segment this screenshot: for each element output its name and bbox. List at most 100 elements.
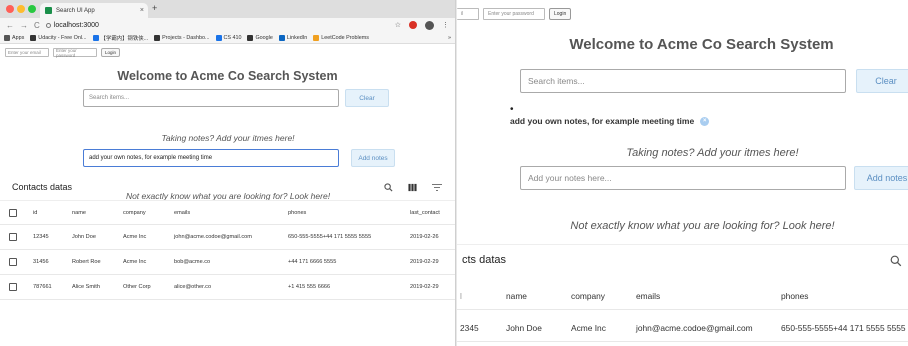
zoom-search-icon[interactable] [890, 255, 902, 267]
zoom-login-form: il Enter your password Login [457, 8, 572, 20]
view-columns-icon[interactable] [408, 183, 417, 192]
column-header-id[interactable]: id [33, 210, 37, 216]
cell-company: Acme Inc [123, 234, 147, 240]
zoom-table-title: cts datas [462, 254, 507, 266]
bookmark-item[interactable]: CS 410 [215, 34, 241, 41]
cell-id: 12345 [33, 234, 49, 240]
bookmarks-overflow-icon[interactable]: » [448, 35, 451, 41]
notes-prompt: Taking notes? Add your itmes here! [161, 133, 295, 143]
zoom-notes-prompt: Taking notes? Add your itmes here! [626, 147, 799, 159]
table-title: Contacts datas [12, 182, 73, 192]
column-header-last-contact[interactable]: last_contact [410, 210, 440, 216]
cell-phone: +1 415 555 6666 [288, 284, 331, 290]
zoom-cell-email: john@acme.codoe@gmail.com [636, 323, 753, 333]
extension-icon[interactable] [409, 21, 417, 29]
browser-tab-strip: Search UI App × + [0, 0, 455, 18]
bookmark-item[interactable]: Apps [4, 34, 24, 41]
bookmark-label: Udacity - Free Onl... [38, 34, 87, 41]
bookmarks-bar: Apps Udacity - Free Onl... 【学霸内】钢铁侠... Proj… [0, 32, 455, 44]
zoom-column-header-partial: l [460, 291, 462, 301]
zoom-email-input[interactable]: il [457, 8, 479, 20]
browser-tab[interactable]: Search UI App × [40, 3, 148, 18]
bookmark-label: LeetCode Problems [321, 34, 369, 41]
back-icon[interactable]: ← [6, 21, 14, 30]
zoom-notes-input[interactable]: Add your notes here... [520, 166, 846, 190]
zoom-column-header-phones[interactable]: phones [781, 291, 808, 301]
login-button[interactable]: Login [101, 48, 121, 57]
divider [457, 244, 908, 245]
zoom-search-input[interactable]: Search items... [520, 69, 846, 93]
bookmark-label: Projects - Dashbo... [162, 34, 210, 41]
column-header-company[interactable]: company [123, 210, 146, 216]
address-bar-row: ← → C localhost:3000 ☆ ⋮ [0, 18, 455, 32]
email-input[interactable]: Enter your email [5, 48, 49, 57]
column-header-emails[interactable]: emails [174, 210, 190, 216]
cell-company: Acme Inc [123, 259, 147, 265]
bookmark-label: 【学霸内】钢铁侠... [100, 35, 149, 42]
cell-email: alice@other.co [174, 284, 212, 290]
search-icon[interactable] [384, 183, 393, 192]
bookmark-item[interactable]: LinkedIn [278, 34, 308, 41]
menu-icon[interactable]: ⋮ [442, 21, 449, 29]
filter-icon[interactable] [432, 183, 442, 192]
table-header-row: id name company emails phones last_conta… [0, 201, 455, 225]
close-window-icon[interactable] [6, 5, 14, 13]
info-icon[interactable] [45, 22, 51, 28]
minimize-window-icon[interactable] [17, 5, 25, 13]
bookmark-icon [247, 34, 254, 41]
cell-company: Other Corp [123, 284, 151, 290]
contacts-table: Contacts datas id name company emails ph… [0, 174, 455, 300]
row-checkbox[interactable] [9, 233, 17, 241]
row-checkbox[interactable] [9, 283, 17, 291]
column-header-name[interactable]: name [72, 210, 86, 216]
reload-icon[interactable]: C [34, 21, 40, 30]
row-checkbox[interactable] [9, 258, 17, 266]
saved-note-item: add you own notes, for example meeting t… [510, 116, 710, 126]
bookmark-item[interactable]: Projects - Dashbo... [154, 34, 210, 41]
cell-email: john@acme.codoe@gmail.com [174, 234, 252, 240]
zoom-column-header-name[interactable]: name [506, 291, 527, 301]
cell-email: bob@acme.co [174, 259, 211, 265]
tab-title: Search UI App [56, 7, 95, 14]
bookmark-item[interactable]: 【学霸内】钢铁侠... [92, 34, 149, 42]
new-tab-icon[interactable]: + [152, 3, 157, 13]
table-row[interactable]: 12345 John Doe Acme Inc john@acme.codoe@… [0, 225, 455, 250]
column-header-phones[interactable]: phones [288, 210, 306, 216]
cell-name: John Doe [72, 234, 96, 240]
bookmark-label: LinkedIn [286, 34, 308, 41]
profile-avatar-icon[interactable] [425, 20, 434, 30]
cell-name: Alice Smith [72, 284, 100, 290]
address-bar[interactable]: localhost:3000 [45, 22, 389, 29]
clear-button[interactable]: Clear [345, 89, 389, 107]
bookmark-icon [278, 34, 285, 41]
bookmark-item[interactable]: Google [247, 34, 273, 41]
zoom-clear-button[interactable]: Clear [856, 69, 908, 93]
remove-note-icon[interactable]: × [700, 116, 710, 126]
zoom-page-title: Welcome to Acme Co Search System [569, 36, 834, 53]
zoom-add-notes-button[interactable]: Add notes [854, 166, 908, 190]
password-input[interactable]: Enter your password [53, 48, 97, 58]
cell-phone: +44 171 6666 5555 [288, 259, 337, 265]
zoom-column-header-company[interactable]: company [571, 291, 605, 301]
bookmark-icon [215, 34, 222, 41]
table-row[interactable]: 31456 Robert Roe Acme Inc bob@acme.co +4… [0, 250, 455, 275]
zoom-look-here-text: Not exactly know what you are looking fo… [570, 220, 835, 232]
search-input[interactable]: Search items... [83, 89, 339, 107]
zoom-password-input[interactable]: Enter your password [483, 8, 545, 20]
forward-icon[interactable]: → [20, 21, 28, 30]
zoom-column-header-emails[interactable]: emails [636, 291, 660, 301]
cell-id: 787661 [33, 284, 52, 290]
tab-close-icon[interactable]: × [140, 7, 144, 14]
zoom-table-row[interactable]: 2345 John Doe Acme Inc john@acme.codoe@g… [457, 314, 908, 342]
bookmark-item[interactable]: LeetCode Problems [313, 34, 369, 41]
cell-last-contact: 2019-02-29 [410, 284, 439, 290]
zoom-login-button[interactable]: Login [549, 8, 572, 20]
bookmark-item[interactable]: Udacity - Free Onl... [30, 34, 87, 41]
select-all-checkbox[interactable] [9, 208, 17, 217]
star-icon[interactable]: ☆ [395, 21, 401, 29]
notes-input[interactable]: add your own notes, for example meeting … [83, 149, 339, 167]
bookmark-icon [92, 34, 99, 41]
maximize-window-icon[interactable] [28, 5, 36, 13]
table-row[interactable]: 787661 Alice Smith Other Corp alice@othe… [0, 275, 455, 300]
add-notes-button[interactable]: Add notes [351, 149, 395, 167]
